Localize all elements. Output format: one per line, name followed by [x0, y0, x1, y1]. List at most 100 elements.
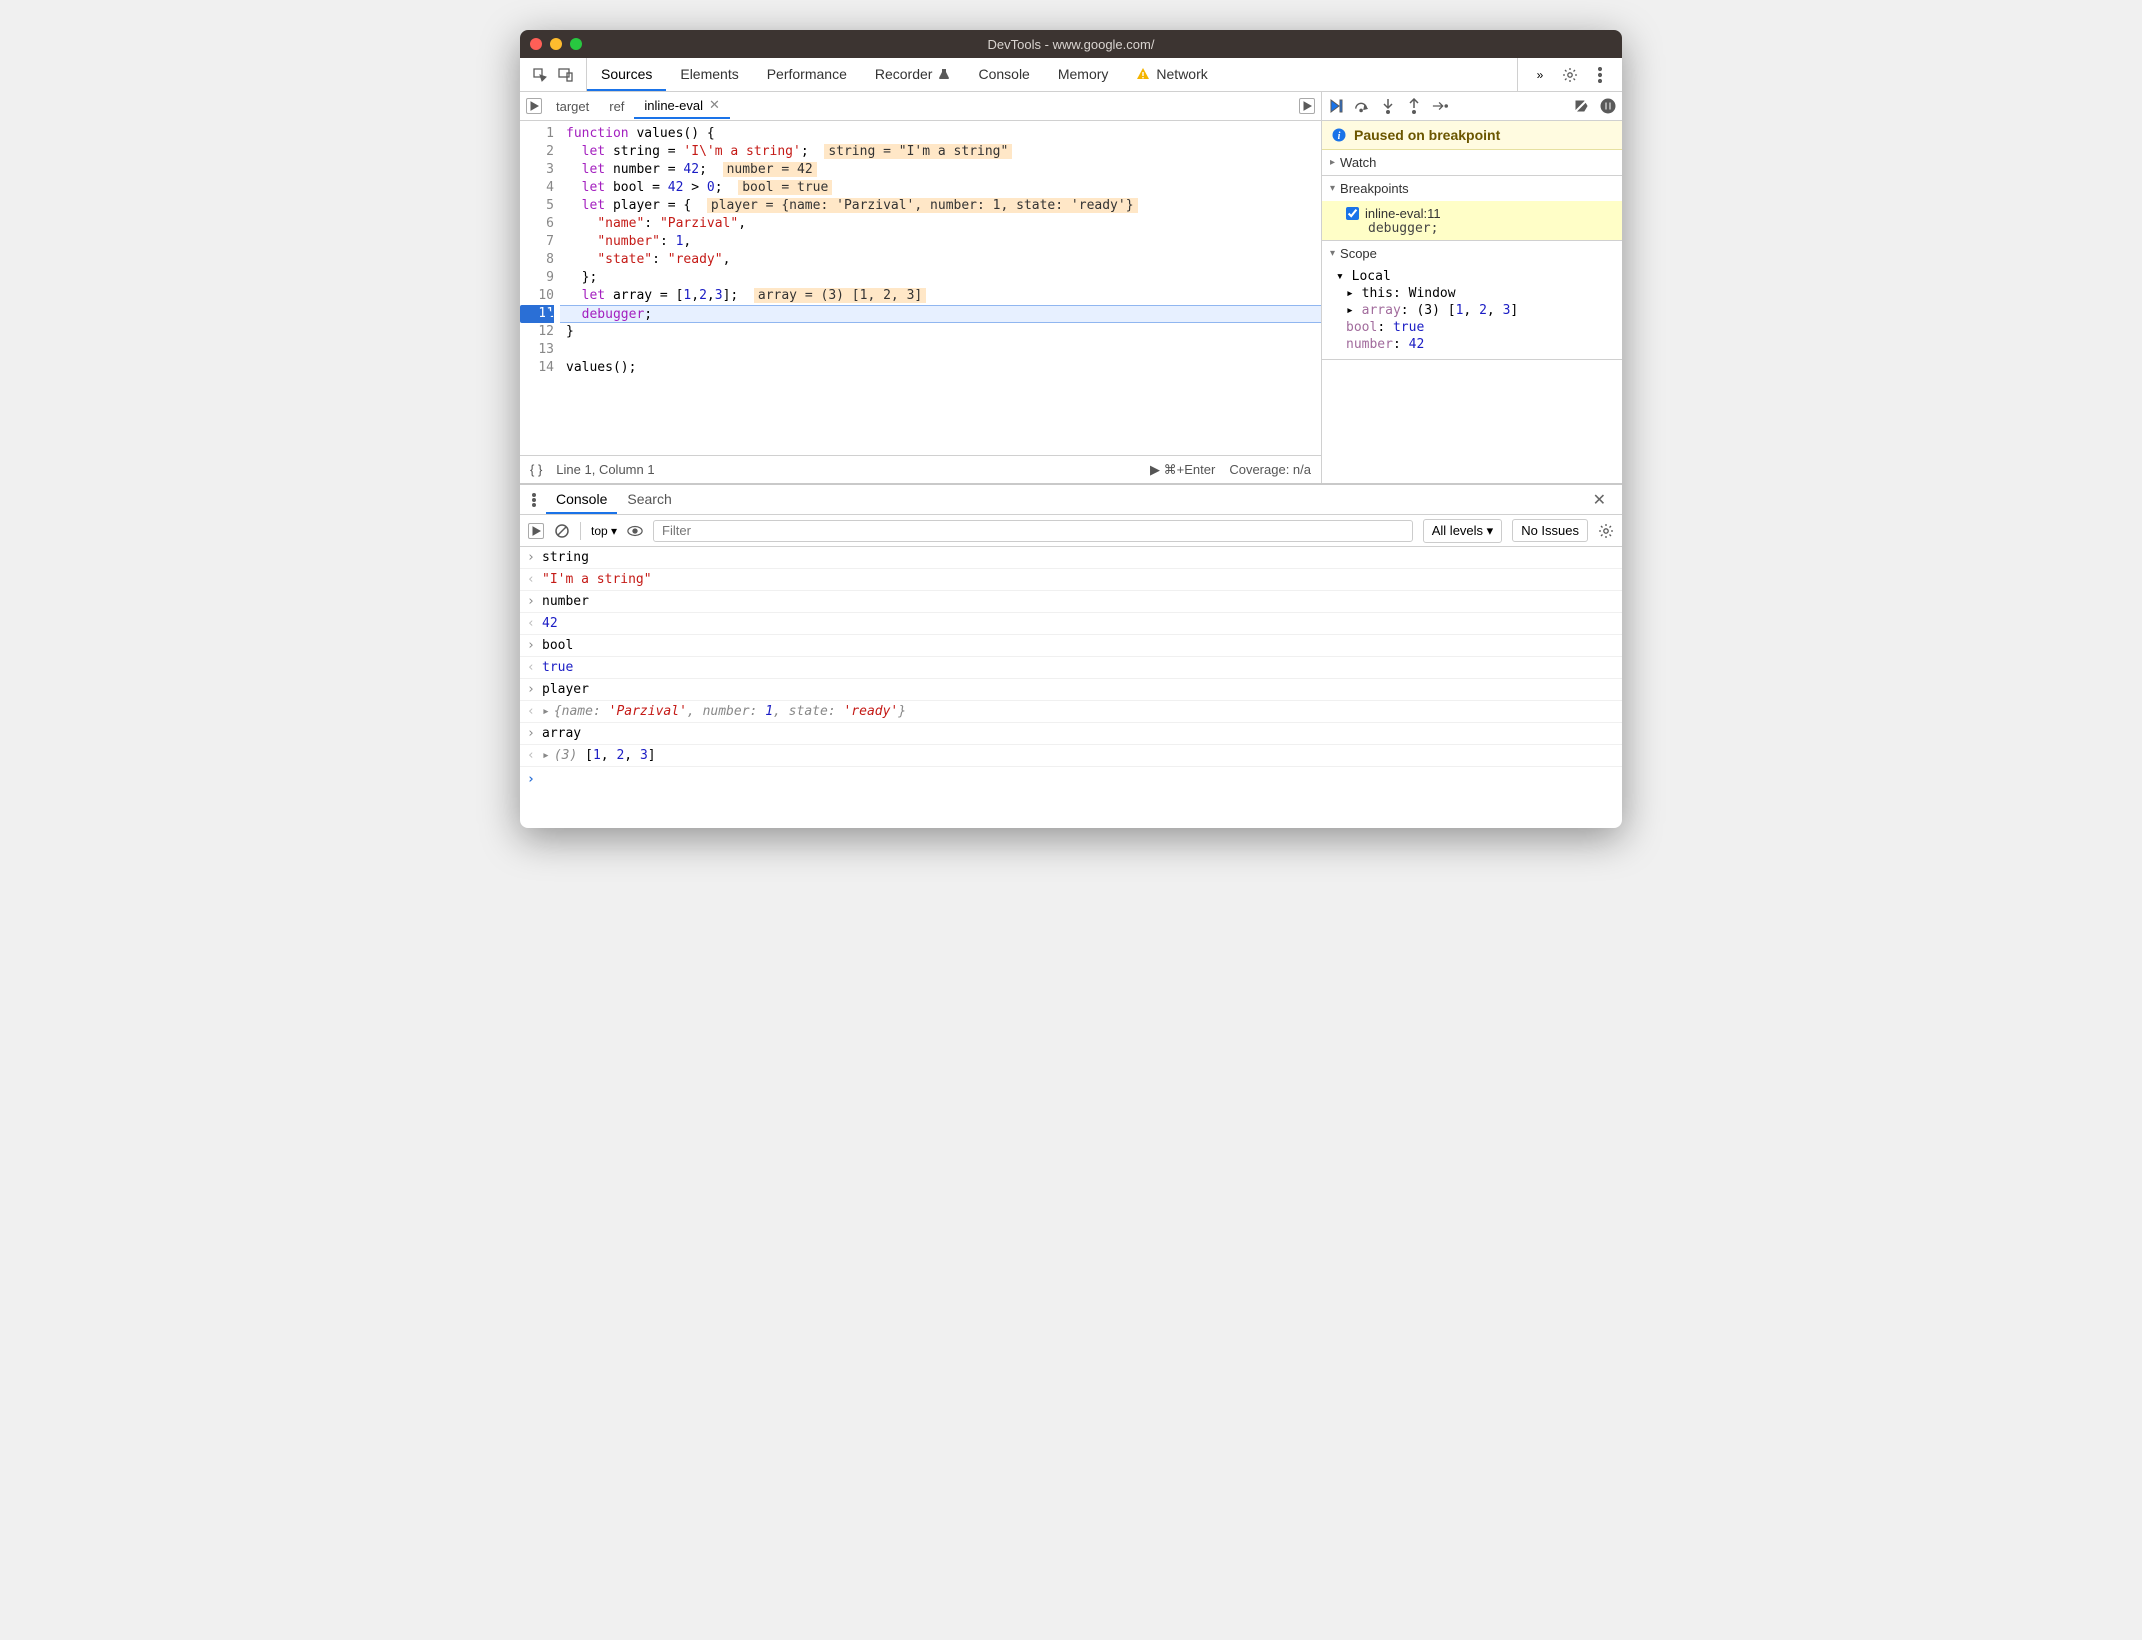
console-input-row[interactable]: number: [520, 591, 1622, 613]
code-line[interactable]: let string = 'I\'m a string'; string = "…: [560, 143, 1321, 161]
code-line[interactable]: function values() {: [560, 125, 1321, 143]
scope-variable[interactable]: number: 42: [1346, 336, 1622, 353]
file-tab-target[interactable]: target: [546, 93, 599, 119]
breakpoint-row[interactable]: inline-eval:11 debugger;: [1322, 201, 1622, 240]
paused-text: Paused on breakpoint: [1354, 127, 1500, 143]
breakpoint-checkbox[interactable]: [1346, 207, 1359, 220]
console-output-row[interactable]: "I'm a string": [520, 569, 1622, 591]
line-number[interactable]: 12: [520, 323, 554, 341]
run-shortcut[interactable]: ▶ ⌘+Enter: [1150, 462, 1215, 478]
drawer-tab-search[interactable]: Search: [617, 486, 681, 514]
step-over-icon[interactable]: [1354, 98, 1370, 114]
braces-icon[interactable]: { }: [530, 462, 542, 477]
step-out-icon[interactable]: [1406, 98, 1422, 114]
console-input-row[interactable]: string: [520, 547, 1622, 569]
scope-variable[interactable]: bool: true: [1346, 319, 1622, 336]
resume-icon[interactable]: [1328, 98, 1344, 114]
line-number[interactable]: 1: [520, 125, 554, 143]
console-input-row[interactable]: array: [520, 723, 1622, 745]
drawer-close-icon[interactable]: ✕: [1583, 490, 1616, 510]
console-input-row[interactable]: player: [520, 679, 1622, 701]
pause-exceptions-icon[interactable]: [1600, 98, 1616, 114]
line-number[interactable]: 11: [520, 305, 554, 323]
line-number[interactable]: 10: [520, 287, 554, 305]
close-window-button[interactable]: [530, 38, 542, 50]
scope-body: ▾ Local ▸ this: Window▸ array: (3) [1, 2…: [1322, 266, 1622, 359]
line-number[interactable]: 6: [520, 215, 554, 233]
code-line[interactable]: "number": 1,: [560, 233, 1321, 251]
panel-tab-elements[interactable]: Elements: [666, 58, 752, 91]
watch-section-header[interactable]: ▸Watch: [1322, 150, 1622, 175]
drawer-menu-icon[interactable]: [526, 492, 542, 508]
console-prompt[interactable]: [520, 767, 1622, 777]
code-line[interactable]: }: [560, 323, 1321, 341]
code-line[interactable]: let number = 42; number = 42: [560, 161, 1321, 179]
line-number[interactable]: 3: [520, 161, 554, 179]
log-levels-selector[interactable]: All levels ▾: [1423, 519, 1502, 543]
drawer-tabs: ConsoleSearch ✕: [520, 485, 1622, 515]
line-number[interactable]: 2: [520, 143, 554, 161]
close-tab-icon[interactable]: ✕: [709, 97, 720, 113]
file-tab-ref[interactable]: ref: [599, 93, 634, 119]
code-line[interactable]: let bool = 42 > 0; bool = true: [560, 179, 1321, 197]
line-number[interactable]: 4: [520, 179, 554, 197]
code-line[interactable]: [560, 341, 1321, 359]
breakpoints-section-header[interactable]: ▾Breakpoints: [1322, 176, 1622, 201]
panel-tab-sources[interactable]: Sources: [587, 58, 666, 91]
console-output-row[interactable]: ▸{name: 'Parzival', number: 1, state: 'r…: [520, 701, 1622, 723]
kebab-menu-icon[interactable]: [1592, 67, 1608, 83]
scope-variable[interactable]: ▸ array: (3) [1, 2, 3]: [1346, 302, 1622, 319]
console-sidebar-icon[interactable]: [528, 523, 544, 539]
code-line[interactable]: let player = { player = {name: 'Parzival…: [560, 197, 1321, 215]
panel-tab-performance[interactable]: Performance: [753, 58, 861, 91]
scope-local-header[interactable]: ▾ Local: [1336, 268, 1622, 285]
drawer-tab-console[interactable]: Console: [546, 486, 617, 514]
console-output-row[interactable]: true: [520, 657, 1622, 679]
line-number[interactable]: 9: [520, 269, 554, 287]
panel-tab-console[interactable]: Console: [964, 58, 1043, 91]
file-tab-inline-eval[interactable]: inline-eval ✕: [634, 93, 729, 119]
console-output-row[interactable]: 42: [520, 613, 1622, 635]
settings-icon[interactable]: [1562, 67, 1578, 83]
device-toolbar-icon[interactable]: [558, 67, 574, 83]
scope-variable[interactable]: ▸ this: Window: [1346, 285, 1622, 302]
code-line[interactable]: debugger;: [560, 305, 1321, 323]
cursor-position: Line 1, Column 1: [556, 462, 654, 477]
context-selector[interactable]: top ▾: [591, 524, 617, 538]
line-number[interactable]: 5: [520, 197, 554, 215]
window-title: DevTools - www.google.com/: [520, 37, 1622, 52]
line-number[interactable]: 8: [520, 251, 554, 269]
console-filter-input[interactable]: [653, 520, 1413, 542]
clear-console-icon[interactable]: [554, 523, 570, 539]
run-snippet-icon[interactable]: [526, 98, 542, 114]
line-number[interactable]: 7: [520, 233, 554, 251]
code-line[interactable]: };: [560, 269, 1321, 287]
console-input-row[interactable]: bool: [520, 635, 1622, 657]
code-line[interactable]: "name": "Parzival",: [560, 215, 1321, 233]
panel-tab-network[interactable]: Network: [1122, 58, 1221, 91]
code-line[interactable]: let array = [1,2,3]; array = (3) [1, 2, …: [560, 287, 1321, 305]
breakpoint-code: debugger;: [1346, 221, 1614, 236]
console-output-row[interactable]: ▸(3) [1, 2, 3]: [520, 745, 1622, 767]
deactivate-breakpoints-icon[interactable]: [1574, 98, 1590, 114]
inspect-element-icon[interactable]: [532, 67, 548, 83]
scope-section-header[interactable]: ▾Scope: [1322, 241, 1622, 266]
step-into-icon[interactable]: [1380, 98, 1396, 114]
line-number[interactable]: 13: [520, 341, 554, 359]
console-log[interactable]: string"I'm a string"number42booltrueplay…: [520, 547, 1622, 828]
code-line[interactable]: "state": "ready",: [560, 251, 1321, 269]
minimize-window-button[interactable]: [550, 38, 562, 50]
code-editor[interactable]: 1234567891011121314 function values() { …: [520, 121, 1321, 455]
panel-tab-recorder[interactable]: Recorder: [861, 58, 965, 91]
issues-button[interactable]: No Issues: [1512, 519, 1588, 542]
run-icon[interactable]: [1299, 98, 1315, 114]
panel-tab-memory[interactable]: Memory: [1044, 58, 1123, 91]
line-number[interactable]: 14: [520, 359, 554, 377]
step-icon[interactable]: [1432, 98, 1448, 114]
console-drawer: ConsoleSearch ✕ top ▾ All levels ▾ No Is…: [520, 483, 1622, 828]
more-tabs-icon[interactable]: »: [1532, 67, 1548, 83]
live-expression-icon[interactable]: [627, 523, 643, 539]
maximize-window-button[interactable]: [570, 38, 582, 50]
code-line[interactable]: values();: [560, 359, 1321, 377]
console-settings-icon[interactable]: [1598, 523, 1614, 539]
